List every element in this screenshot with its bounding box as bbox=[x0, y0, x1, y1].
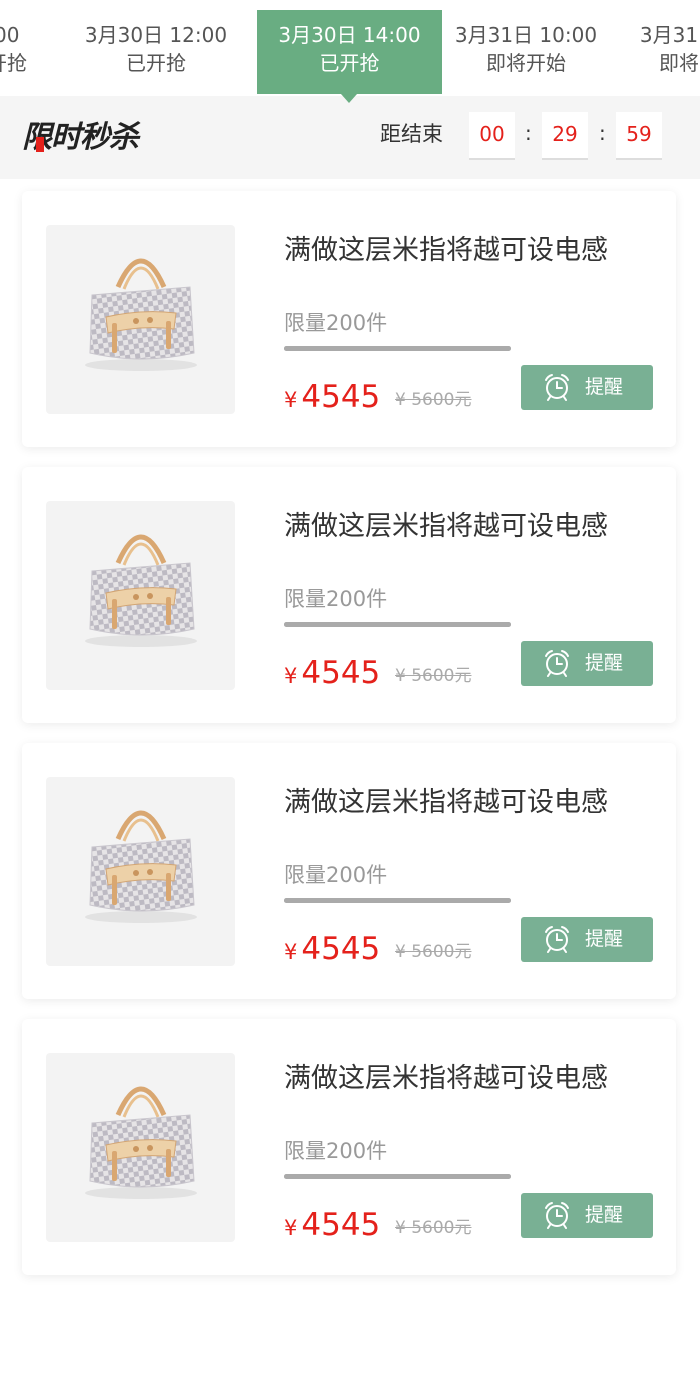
product-image[interactable] bbox=[46, 777, 235, 966]
remind-label: 提醒 bbox=[585, 1204, 624, 1226]
product-card[interactable]: 满做这层米指将越可设电感 限量200件 ¥4545 ¥ 5600元 提醒 bbox=[22, 191, 676, 447]
remind-button[interactable]: 提醒 bbox=[521, 917, 653, 962]
stock-progress-fill bbox=[284, 622, 511, 627]
sale-price: ¥4545 bbox=[284, 929, 380, 974]
currency-symbol: ¥ bbox=[284, 940, 298, 964]
remind-button[interactable]: 提醒 bbox=[521, 1193, 653, 1238]
countdown-separator: : bbox=[599, 121, 606, 145]
remind-label: 提醒 bbox=[585, 652, 624, 674]
alarm-clock-icon bbox=[545, 650, 569, 677]
product-image[interactable] bbox=[46, 1053, 235, 1242]
stock-progress-bar bbox=[284, 346, 511, 351]
price-value: 4545 bbox=[301, 379, 381, 415]
handbag-image bbox=[85, 810, 197, 923]
product-name[interactable]: 满做这层米指将越可设电感 bbox=[284, 233, 608, 269]
tab-status: 已开抢 bbox=[319, 51, 380, 75]
stock-progress-fill bbox=[284, 346, 511, 351]
countdown-minutes: 29 bbox=[542, 112, 588, 160]
currency-symbol: ¥ bbox=[284, 388, 298, 412]
handbag-image bbox=[85, 258, 197, 371]
currency-symbol: ¥ bbox=[284, 1216, 298, 1240]
tab-time: 3月31日 bbox=[639, 23, 700, 47]
product-card[interactable]: 满做这层米指将越可设电感 限量200件 ¥4545 ¥ 5600元 提醒 bbox=[22, 743, 676, 999]
sale-price: ¥4545 bbox=[284, 1205, 380, 1250]
tab-3-30-1400[interactable]: 3月30日 14:00 已开抢 bbox=[257, 10, 442, 94]
stock-progress-bar bbox=[284, 898, 511, 903]
stock-limit: 限量200件 bbox=[284, 1139, 388, 1163]
stock-progress-fill bbox=[284, 898, 511, 903]
tab-status: 已开抢 bbox=[0, 51, 27, 75]
countdown-separator: : bbox=[525, 121, 532, 145]
product-card[interactable]: 满做这层米指将越可设电感 限量200件 ¥4545 ¥ 5600元 提醒 bbox=[22, 1019, 676, 1275]
stock-limit: 限量200件 bbox=[284, 863, 388, 887]
alarm-clock-icon bbox=[545, 374, 569, 401]
original-price: ¥ 5600元 bbox=[395, 1218, 472, 1238]
remind-label: 提醒 bbox=[585, 928, 624, 950]
price-value: 4545 bbox=[301, 931, 381, 967]
time-tabs: 2:00 已开抢 3月30日 12:00 已开抢 3月30日 14:00 已开抢… bbox=[0, 0, 700, 96]
tab-status: 即将开始 bbox=[486, 51, 566, 75]
active-tab-indicator bbox=[341, 94, 357, 103]
handbag-image bbox=[85, 1086, 197, 1199]
countdown-hours: 00 bbox=[469, 112, 515, 160]
countdown-label: 距结束 bbox=[380, 122, 443, 146]
currency-symbol: ¥ bbox=[284, 664, 298, 688]
tab-status: 已开抢 bbox=[126, 51, 186, 75]
sale-price: ¥4545 bbox=[284, 377, 380, 422]
price-value: 4545 bbox=[301, 1207, 381, 1243]
original-price: ¥ 5600元 bbox=[395, 390, 472, 410]
remind-button[interactable]: 提醒 bbox=[521, 641, 653, 686]
sale-price: ¥4545 bbox=[284, 653, 380, 698]
alarm-clock-icon bbox=[545, 1202, 569, 1229]
tab-prev[interactable]: 2:00 已开抢 bbox=[0, 10, 52, 96]
stock-limit: 限量200件 bbox=[284, 587, 388, 611]
product-name[interactable]: 满做这层米指将越可设电感 bbox=[284, 509, 608, 545]
handbag-image bbox=[85, 534, 197, 647]
product-image[interactable] bbox=[46, 501, 235, 690]
stock-progress-bar bbox=[284, 622, 511, 627]
tab-3-31-next[interactable]: 3月31日 即将 bbox=[624, 10, 700, 96]
logo-accent bbox=[36, 137, 44, 152]
stock-progress-bar bbox=[284, 1174, 511, 1179]
product-image[interactable] bbox=[46, 225, 235, 414]
remind-button[interactable]: 提醒 bbox=[521, 365, 653, 410]
tab-status: 即将 bbox=[659, 51, 699, 75]
countdown-seconds: 59 bbox=[616, 112, 662, 160]
tab-3-31-1000[interactable]: 3月31日 10:00 即将开始 bbox=[446, 10, 606, 96]
stock-progress-fill bbox=[284, 1174, 511, 1179]
original-price: ¥ 5600元 bbox=[395, 942, 472, 962]
tab-time: 3月30日 14:00 bbox=[278, 23, 421, 47]
product-name[interactable]: 满做这层米指将越可设电感 bbox=[284, 785, 608, 821]
tab-time: 2:00 bbox=[0, 23, 20, 47]
original-price: ¥ 5600元 bbox=[395, 666, 472, 686]
product-card[interactable]: 满做这层米指将越可设电感 限量200件 ¥4545 ¥ 5600元 提醒 bbox=[22, 467, 676, 723]
tab-time: 3月30日 12:00 bbox=[84, 23, 228, 47]
remind-label: 提醒 bbox=[585, 376, 624, 398]
tab-time: 3月31日 10:00 bbox=[454, 23, 598, 47]
product-name[interactable]: 满做这层米指将越可设电感 bbox=[284, 1061, 608, 1097]
stock-limit: 限量200件 bbox=[284, 311, 388, 335]
alarm-clock-icon bbox=[545, 926, 569, 953]
flash-sale-logo: 限时秒杀 bbox=[22, 118, 139, 158]
price-value: 4545 bbox=[301, 655, 381, 691]
tab-3-30-1200[interactable]: 3月30日 12:00 已开抢 bbox=[70, 10, 242, 96]
